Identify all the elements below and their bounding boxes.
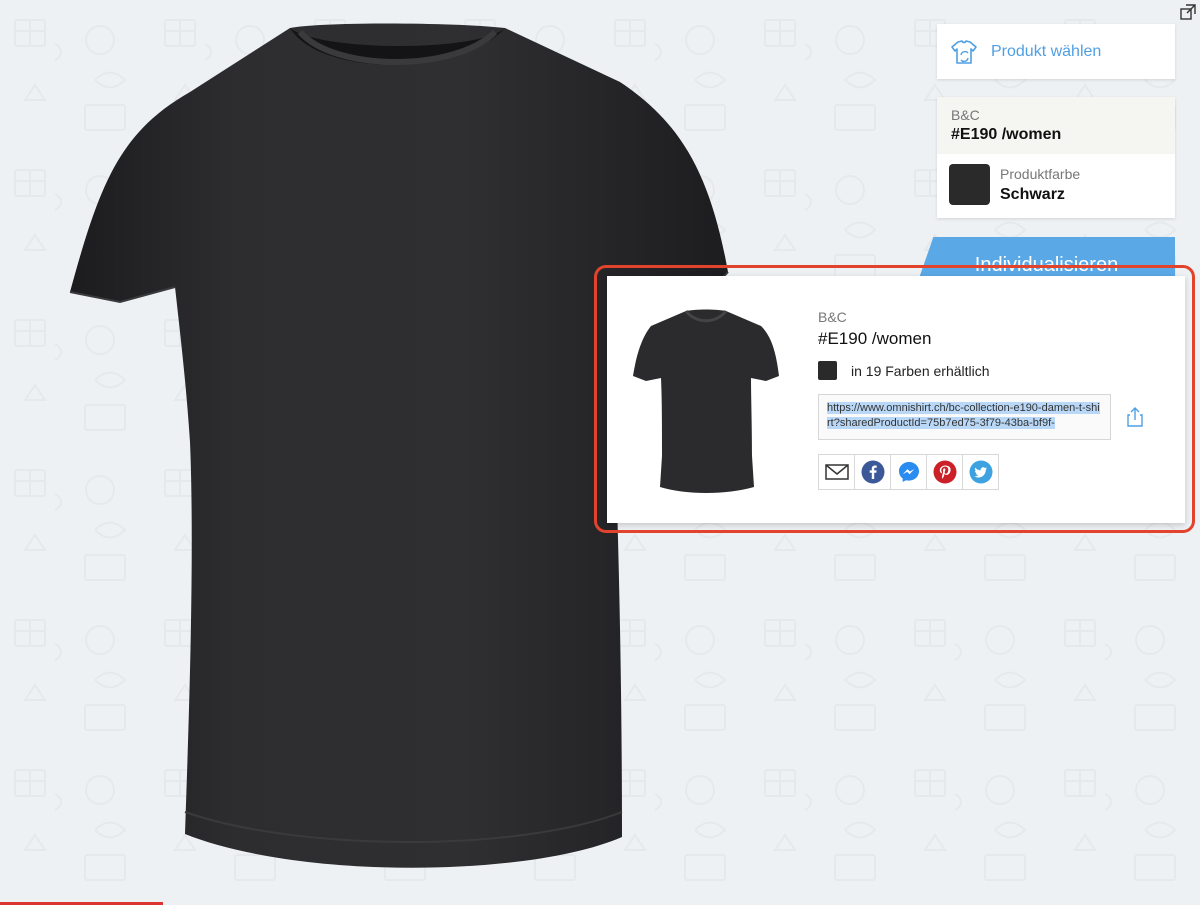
- share-messenger-button[interactable]: [891, 455, 927, 489]
- product-thumbnail: [633, 309, 779, 493]
- popup-brand: B&C: [818, 309, 847, 325]
- share-email-button[interactable]: [819, 455, 855, 489]
- share-popup: B&C #E190 /women in 19 Farben erhältlich…: [607, 276, 1185, 523]
- product-color-value: Schwarz: [1000, 185, 1065, 203]
- product-header: B&C #E190 /women: [937, 97, 1175, 154]
- choose-product-button[interactable]: Produkt wählen: [937, 24, 1175, 79]
- colors-available-text: in 19 Farben erhältlich: [851, 362, 990, 379]
- social-share-buttons: [818, 454, 999, 490]
- pinterest-icon: [933, 460, 956, 484]
- messenger-icon: [898, 462, 919, 482]
- email-icon: [824, 464, 849, 480]
- color-availability: in 19 Farben erhältlich: [818, 361, 990, 380]
- share-facebook-button[interactable]: [855, 455, 891, 489]
- product-designer: Produkt wählen B&C #E190 /women Produktf…: [0, 0, 1200, 905]
- choose-product-label: Produkt wählen: [991, 42, 1102, 60]
- expand-window-icon[interactable]: [1178, 2, 1198, 22]
- product-color-label: Produktfarbe: [1000, 165, 1081, 182]
- tshirt-swap-icon: [951, 39, 977, 64]
- share-url-text: https://www.omnishirt.ch/bc-collection-e…: [827, 401, 1102, 431]
- twitter-icon: [969, 460, 992, 484]
- customize-button[interactable]: Individualisieren: [918, 237, 1175, 281]
- color-swatch[interactable]: [949, 164, 990, 205]
- share-url-field[interactable]: https://www.omnishirt.ch/bc-collection-e…: [818, 394, 1111, 440]
- product-brand: B&C: [951, 107, 980, 123]
- product-info-card: B&C #E190 /women Produktfarbe Schwarz: [937, 97, 1175, 218]
- share-icon[interactable]: [1125, 406, 1145, 428]
- color-swatch-small: [818, 361, 837, 380]
- product-color-row[interactable]: Produktfarbe Schwarz: [937, 154, 1175, 215]
- facebook-icon: [861, 460, 884, 484]
- share-url-selection: https://www.omnishirt.ch/bc-collection-e…: [827, 402, 1100, 429]
- share-pinterest-button[interactable]: [927, 455, 963, 489]
- popup-product-name: #E190 /women: [818, 329, 932, 348]
- share-twitter-button[interactable]: [963, 455, 998, 489]
- product-name: #E190 /women: [951, 126, 1062, 143]
